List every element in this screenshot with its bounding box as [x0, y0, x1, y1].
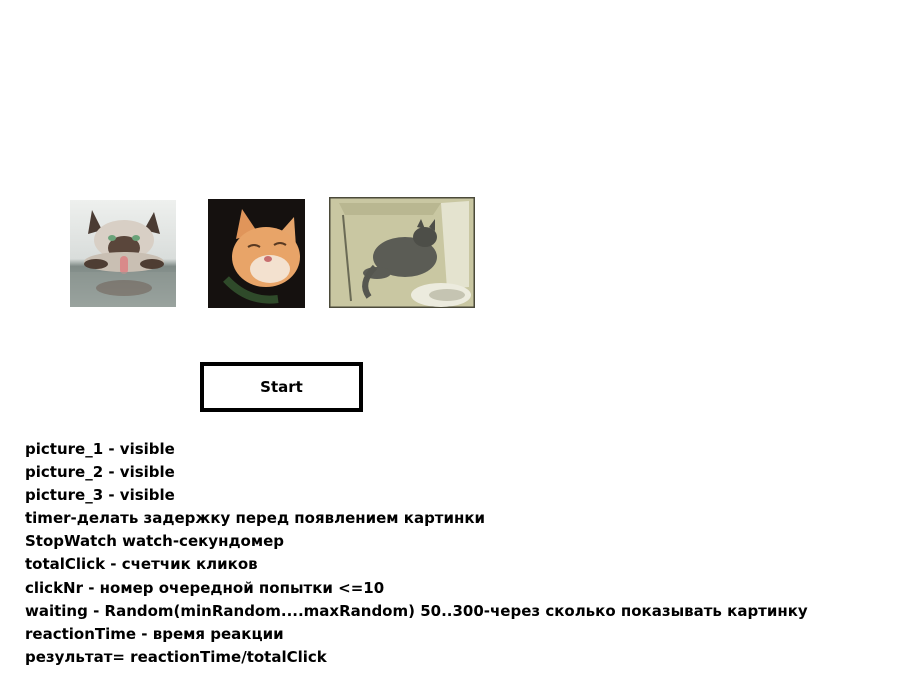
cat-image-graphic: [329, 197, 475, 308]
note-picture-1: picture_1 - visible: [25, 440, 175, 458]
note-total-click: totalClick - счетчик кликов: [25, 555, 258, 574]
note-waiting: waiting - Random(minRandom....maxRandom)…: [25, 601, 808, 620]
notes-list: picture_1 - visible picture_2 - visible …: [25, 438, 808, 669]
picture-2-ginger-cat-image[interactable]: [208, 199, 305, 308]
picture-3-grey-cat-image[interactable]: [329, 197, 475, 308]
start-button[interactable]: Start: [200, 362, 363, 412]
note-click-nr: clickNr - номер очередной попытки <=10: [25, 578, 385, 597]
cat-image-graphic: [208, 199, 305, 308]
note-reaction-time: reactionTime - время реакции: [25, 624, 284, 643]
note-picture-3: picture_3 - visible: [25, 486, 175, 505]
note-result: результат= reactionTime/totalClick: [25, 647, 327, 666]
note-stopwatch: StopWatch watch-секундомер: [25, 532, 285, 551]
picture-1-siamese-cat-image[interactable]: [70, 200, 176, 307]
note-picture-2: picture_2 - visible: [25, 463, 175, 482]
note-timer: timer-делать задержку перед появлением к…: [25, 509, 486, 528]
cat-image-graphic: [70, 200, 176, 307]
